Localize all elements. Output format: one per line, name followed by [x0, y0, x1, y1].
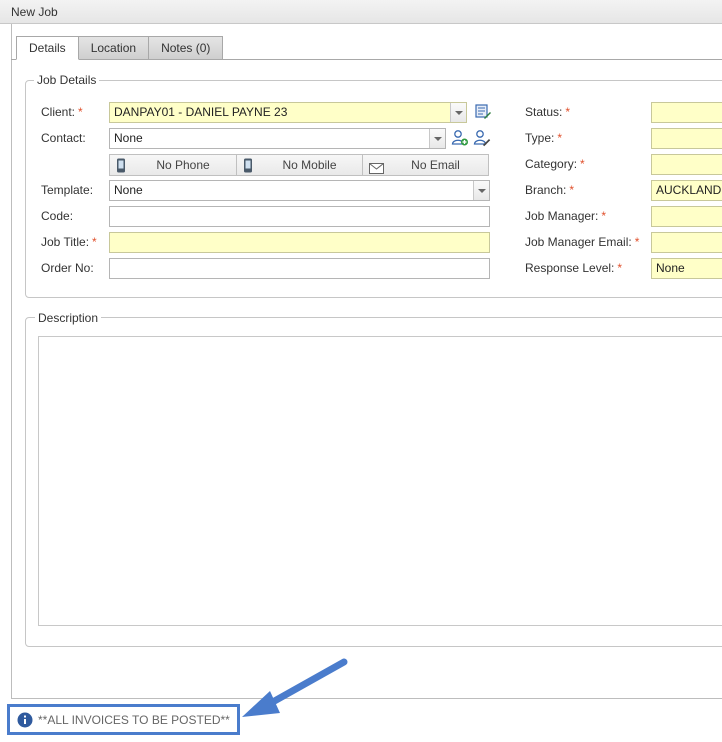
- category-label: Category: *: [525, 157, 585, 171]
- notice-text: **ALL INVOICES TO BE POSTED**: [38, 713, 230, 727]
- type-label: Type: *: [525, 131, 563, 145]
- client-combo[interactable]: DANPAY01 - DANIEL PAYNE 23: [109, 102, 467, 123]
- job-manager-email-label: Job Manager Email: *: [525, 235, 640, 249]
- phone-button[interactable]: No Phone: [109, 154, 237, 176]
- phone-button-label: No Phone: [156, 158, 210, 172]
- add-contact-icon[interactable]: [451, 129, 469, 147]
- phone-icon: [116, 158, 126, 179]
- description-legend: Description: [35, 311, 102, 325]
- job-title-input[interactable]: [109, 232, 490, 253]
- window-title: New Job: [0, 0, 722, 24]
- code-input[interactable]: [109, 206, 490, 227]
- response-level-label: Response Level: *: [525, 261, 623, 275]
- mobile-button-label: No Mobile: [282, 158, 337, 172]
- status-field[interactable]: [651, 102, 722, 123]
- template-label: Template:: [41, 183, 94, 197]
- contact-dropdown-button[interactable]: [429, 129, 445, 148]
- job-manager-email-field[interactable]: [651, 232, 722, 253]
- client-value: DANPAY01 - DANIEL PAYNE 23: [114, 105, 288, 119]
- edit-contact-icon[interactable]: [473, 129, 491, 147]
- template-combo[interactable]: None: [109, 180, 490, 201]
- contact-label: Contact:: [41, 131, 86, 145]
- response-level-field[interactable]: None: [651, 258, 722, 279]
- tab-panel-border: [11, 59, 722, 60]
- client-lookup-icon[interactable]: [474, 103, 492, 121]
- tab-details[interactable]: Details: [16, 36, 79, 60]
- contact-value: None: [114, 131, 143, 145]
- category-field[interactable]: [651, 154, 722, 175]
- contact-combo[interactable]: None: [109, 128, 446, 149]
- description-textarea[interactable]: [38, 336, 722, 626]
- branch-field[interactable]: AUCKLAND: [651, 180, 722, 201]
- branch-label: Branch: *: [525, 183, 575, 197]
- tab-location[interactable]: Location: [77, 36, 150, 60]
- invoice-notice: **ALL INVOICES TO BE POSTED**: [7, 704, 240, 735]
- email-icon: [369, 160, 384, 180]
- order-no-label: Order No:: [41, 261, 94, 275]
- job-manager-label: Job Manager: *: [525, 209, 607, 223]
- order-no-input[interactable]: [109, 258, 490, 279]
- template-dropdown-button[interactable]: [473, 181, 489, 200]
- status-label: Status: *: [525, 105, 571, 119]
- client-label: Client: *: [41, 105, 83, 119]
- template-value: None: [114, 183, 143, 197]
- job-details-legend: Job Details: [34, 73, 100, 87]
- mobile-icon: [243, 158, 253, 179]
- client-dropdown-button[interactable]: [450, 103, 466, 122]
- type-field[interactable]: [651, 128, 722, 149]
- email-button-label: No Email: [411, 158, 460, 172]
- contact-methods-bar: No Phone No Mobile No Email: [109, 154, 489, 176]
- info-icon: [17, 712, 33, 731]
- tab-notes[interactable]: Notes (0): [148, 36, 224, 60]
- job-manager-field[interactable]: [651, 206, 722, 227]
- annotation-arrow: [242, 658, 348, 717]
- code-label: Code:: [41, 209, 74, 223]
- mobile-button[interactable]: No Mobile: [236, 154, 363, 176]
- tab-strip: Details Location Notes (0): [16, 36, 224, 60]
- job-title-label: Job Title: *: [41, 235, 97, 249]
- email-button[interactable]: No Email: [362, 154, 489, 176]
